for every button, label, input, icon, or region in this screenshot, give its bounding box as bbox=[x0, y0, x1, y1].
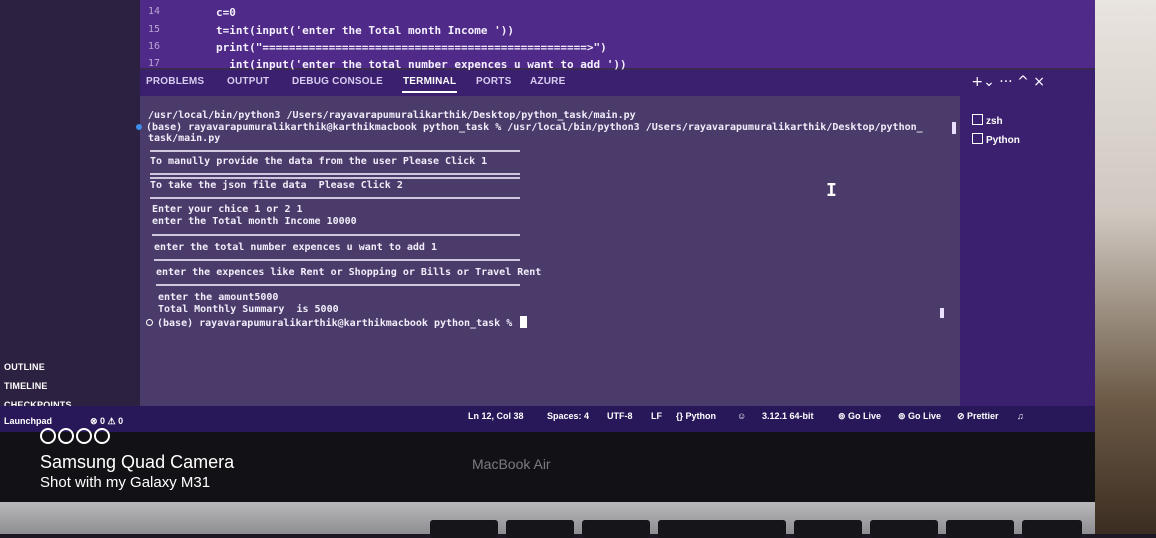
separator bbox=[150, 150, 520, 152]
keyboard bbox=[0, 502, 1095, 538]
separator bbox=[156, 284, 520, 286]
tab-ports[interactable]: PORTS bbox=[476, 76, 511, 87]
panel-tab-bar: PROBLEMS OUTPUT DEBUG CONSOLE TERMINAL P… bbox=[140, 70, 1095, 96]
session-zsh[interactable]: zsh bbox=[972, 114, 1003, 127]
keyboard-key bbox=[582, 520, 650, 538]
prompt-status-dot bbox=[146, 319, 153, 326]
terminal-prompt[interactable]: (base) rayavarapumuralikarthik@karthikma… bbox=[146, 316, 528, 329]
status-problems[interactable]: ⊗ 0 ⚠ 0 bbox=[90, 416, 123, 427]
terminal-line: /usr/local/bin/python3 /Users/rayavarapu… bbox=[148, 110, 636, 121]
golive-label: Go Live bbox=[908, 411, 942, 421]
terminal-line: enter the total number expences u want t… bbox=[154, 242, 437, 253]
tab-problems[interactable]: PROBLEMS bbox=[146, 76, 204, 87]
keyboard-key bbox=[870, 520, 938, 538]
broadcast-icon: ⊚ bbox=[898, 411, 909, 421]
code-line: t=int(input('enter the Total month Incom… bbox=[216, 24, 515, 37]
terminal-line: Total Monthly Summary is 5000 bbox=[158, 304, 339, 315]
keyboard-key bbox=[1022, 520, 1082, 538]
broadcast-icon: ⊚ bbox=[838, 411, 849, 421]
sidebar: OUTLINE TIMELINE CHECKPOINTS bbox=[0, 0, 140, 412]
terminal-line: To take the json file data Please Click … bbox=[150, 180, 403, 191]
notification-bell-icon[interactable]: ♫ bbox=[1017, 411, 1024, 421]
status-encoding[interactable]: UTF-8 bbox=[607, 411, 633, 421]
check-icon: ⊘ bbox=[957, 411, 968, 421]
text-cursor bbox=[520, 316, 528, 328]
watermark-title: Samsung Quad Camera bbox=[40, 452, 235, 472]
terminal-icon bbox=[972, 133, 983, 144]
code-line: print("=================================… bbox=[216, 41, 607, 54]
status-prettier[interactable]: ⊘ Prettier bbox=[957, 411, 999, 422]
terminal-command: (base) rayavarapumuralikarthik@karthikma… bbox=[146, 122, 923, 133]
session-label: zsh bbox=[986, 116, 1003, 127]
code-line: c=0 bbox=[216, 6, 236, 19]
tab-terminal[interactable]: TERMINAL bbox=[403, 76, 456, 87]
terminal-line: enter the expences like Rent or Shopping… bbox=[156, 267, 542, 278]
prompt-text: (base) rayavarapumuralikarthik@karthikma… bbox=[157, 318, 519, 329]
watermark-subtitle: Shot with my Galaxy M31 bbox=[40, 474, 211, 491]
keyboard-key bbox=[794, 520, 862, 538]
code-editor[interactable]: 14 15 16 17 c=0 t=int(input('enter the T… bbox=[140, 0, 1095, 71]
golive-label: Go Live bbox=[848, 411, 882, 421]
status-spaces[interactable]: Spaces: 4 bbox=[547, 411, 589, 421]
active-tab-indicator bbox=[402, 91, 457, 93]
line-gutter: 14 15 16 17 bbox=[140, 0, 180, 69]
panel-actions[interactable]: +⌄ ··· ^ × bbox=[971, 74, 1045, 90]
status-golive-1[interactable]: ⊚ Go Live bbox=[838, 411, 881, 422]
separator bbox=[152, 234, 520, 236]
tab-debug-console[interactable]: DEBUG CONSOLE bbox=[292, 76, 383, 87]
status-interpreter[interactable]: 3.12.1 64-bit bbox=[762, 411, 814, 421]
keyboard-key bbox=[718, 520, 786, 538]
line-number: 17 bbox=[148, 58, 161, 69]
terminal-line: Enter your chice 1 or 2 1 bbox=[152, 204, 303, 215]
status-language[interactable]: {} Python bbox=[676, 411, 716, 421]
camera-logo-icon bbox=[40, 428, 110, 444]
separator bbox=[150, 177, 520, 179]
status-eol[interactable]: LF bbox=[651, 411, 662, 421]
line-number: 14 bbox=[148, 6, 161, 17]
terminal-scrollbar[interactable] bbox=[940, 308, 944, 318]
laptop-label: MacBook Air bbox=[472, 456, 551, 472]
terminal-scrollbar-top[interactable] bbox=[952, 122, 956, 134]
line-number: 16 bbox=[148, 41, 161, 52]
background-wall bbox=[1095, 0, 1156, 534]
session-label: Python bbox=[986, 135, 1020, 146]
sidebar-outline[interactable]: OUTLINE bbox=[4, 362, 45, 372]
ibeam-cursor-icon: I bbox=[826, 180, 837, 201]
separator bbox=[154, 259, 520, 261]
terminal-line: (base) rayavarapumuralikarthik@karthikma… bbox=[136, 122, 923, 133]
keyboard-key bbox=[430, 520, 498, 538]
status-cursor-position[interactable]: Ln 12, Col 38 bbox=[468, 411, 524, 421]
status-launchpad[interactable]: Launchpad bbox=[4, 416, 52, 426]
sidebar-timeline[interactable]: TIMELINE bbox=[4, 381, 48, 391]
terminal-sessions: zsh Python bbox=[960, 96, 1095, 406]
terminal-icon bbox=[972, 114, 983, 125]
separator bbox=[150, 197, 520, 199]
line-number: 15 bbox=[148, 24, 161, 35]
keyboard-key bbox=[946, 520, 1014, 538]
keyboard-key bbox=[506, 520, 574, 538]
terminal-line: enter the Total month Income 10000 bbox=[152, 216, 357, 227]
laptop-screen: OUTLINE TIMELINE CHECKPOINTS 14 15 16 17… bbox=[0, 0, 1095, 432]
terminal-panel[interactable]: /usr/local/bin/python3 /Users/rayavarapu… bbox=[136, 96, 960, 406]
session-python[interactable]: Python bbox=[972, 133, 1020, 146]
tab-azure[interactable]: AZURE bbox=[530, 76, 565, 87]
status-golive-2[interactable]: ⊚ Go Live bbox=[898, 411, 941, 422]
prettier-label: Prettier bbox=[967, 411, 999, 421]
terminal-line: enter the amount5000 bbox=[158, 292, 279, 303]
keyboard-key bbox=[658, 520, 726, 538]
copilot-icon[interactable]: ☺ bbox=[737, 411, 746, 421]
status-bar: Launchpad ⊗ 0 ⚠ 0 Ln 12, Col 38 Spaces: … bbox=[0, 406, 1095, 432]
terminal-line: task/main.py bbox=[148, 133, 221, 144]
command-success-dot bbox=[136, 124, 142, 130]
terminal-line: To manully provide the data from the use… bbox=[150, 156, 488, 167]
tab-output[interactable]: OUTPUT bbox=[227, 76, 269, 87]
separator bbox=[150, 173, 520, 175]
